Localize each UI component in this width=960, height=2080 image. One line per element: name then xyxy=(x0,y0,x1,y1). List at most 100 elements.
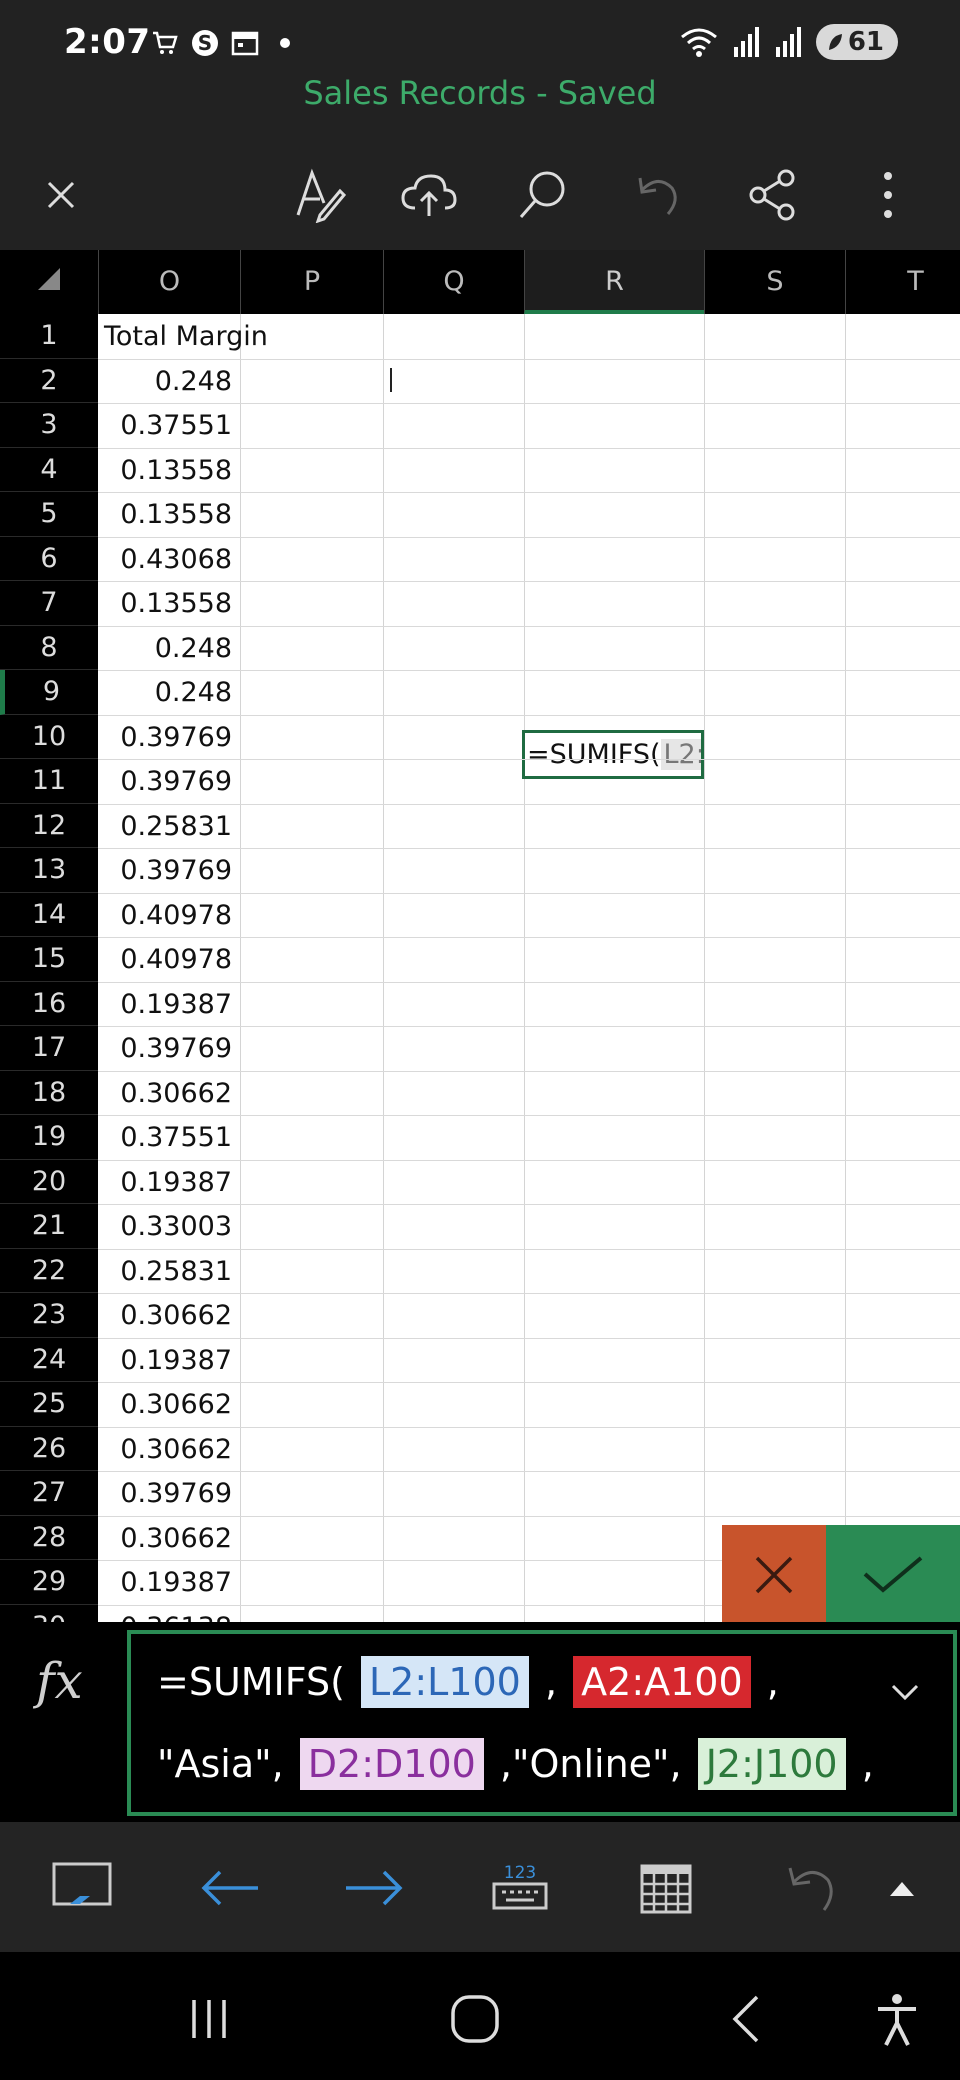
row-header-4[interactable]: 4 xyxy=(0,448,98,492)
formula-ref-j2-j100[interactable]: J2:J100 xyxy=(697,1738,846,1790)
cell-o24[interactable]: 0.19387 xyxy=(98,1338,234,1383)
formula-ref-l2-l100[interactable]: L2:L100 xyxy=(361,1656,529,1708)
cell-o27[interactable]: 0.39769 xyxy=(98,1471,234,1516)
cell-o22[interactable]: 0.25831 xyxy=(98,1249,234,1294)
recent-apps-button[interactable] xyxy=(174,1984,244,2054)
cell-o16[interactable]: 0.19387 xyxy=(98,982,234,1027)
row-header-19[interactable]: 19 xyxy=(0,1115,98,1160)
formula-ref-d2-d100[interactable]: D2:D100 xyxy=(299,1738,484,1790)
row-header-22[interactable]: 22 xyxy=(0,1249,98,1293)
fx-icon[interactable]: fx xyxy=(36,1652,83,1710)
row-header-8[interactable]: 8 xyxy=(0,626,98,670)
cell-o13[interactable]: 0.39769 xyxy=(98,848,234,893)
column-header-o[interactable]: O xyxy=(98,250,240,314)
share-button[interactable] xyxy=(740,162,806,228)
cell-o6[interactable]: 0.43068 xyxy=(98,537,234,582)
column-header-q[interactable]: Q xyxy=(383,250,524,314)
row-header-26[interactable]: 26 xyxy=(0,1427,98,1471)
cell-o8[interactable]: 0.248 xyxy=(98,626,234,671)
cell-o30[interactable]: 0.36138 xyxy=(98,1605,234,1623)
cell-o5[interactable]: 0.13558 xyxy=(98,492,234,537)
row-header-28[interactable]: 28 xyxy=(0,1516,98,1560)
home-icon xyxy=(451,1995,499,2043)
cell-area[interactable]: Total Margin =SUMIFS(L2: 0.248 0.37551 0.1… xyxy=(98,314,960,1622)
cancel-entry-button[interactable] xyxy=(722,1525,826,1625)
cell-o7[interactable]: 0.13558 xyxy=(98,581,234,626)
row-header-6[interactable]: 6 xyxy=(0,537,98,581)
row-header-24[interactable]: 24 xyxy=(0,1338,98,1382)
column-header-r[interactable]: R xyxy=(524,250,704,314)
row-header-12[interactable]: 12 xyxy=(0,804,98,848)
cell-o19[interactable]: 0.37551 xyxy=(98,1115,234,1160)
select-mode-button[interactable] xyxy=(44,1850,120,1926)
row-header-18[interactable]: 18 xyxy=(0,1071,98,1115)
row-header-29[interactable]: 29 xyxy=(0,1560,98,1605)
numeric-keyboard-button[interactable]: 123 xyxy=(482,1850,558,1926)
row-header-11[interactable]: 11 xyxy=(0,759,98,804)
cell-o17[interactable]: 0.39769 xyxy=(98,1026,234,1071)
cell-o14[interactable]: 0.40978 xyxy=(98,893,234,938)
row-header-3[interactable]: 3 xyxy=(0,403,98,448)
accessibility-button[interactable] xyxy=(862,1984,932,2054)
cell-o20[interactable]: 0.19387 xyxy=(98,1160,234,1205)
row-header-25[interactable]: 25 xyxy=(0,1382,98,1427)
row-header-15[interactable]: 15 xyxy=(0,937,98,982)
cell-o11[interactable]: 0.39769 xyxy=(98,759,234,804)
cell-o26[interactable]: 0.30662 xyxy=(98,1427,234,1472)
move-left-button[interactable] xyxy=(192,1850,268,1926)
insert-function-button[interactable] xyxy=(628,1850,704,1926)
formula-ref-a2-a100[interactable]: A2:A100 xyxy=(573,1656,751,1708)
row-header-21[interactable]: 21 xyxy=(0,1204,98,1249)
row-header-14[interactable]: 14 xyxy=(0,893,98,937)
document-title: Sales Records - Saved xyxy=(303,74,657,112)
cell-o12[interactable]: 0.25831 xyxy=(98,804,234,849)
cell-o23[interactable]: 0.30662 xyxy=(98,1293,234,1338)
close-button[interactable] xyxy=(28,162,94,228)
search-button[interactable] xyxy=(510,162,576,228)
cell-o9[interactable]: 0.248 xyxy=(98,670,234,715)
column-header-p[interactable]: P xyxy=(240,250,383,314)
row-header-7[interactable]: 7 xyxy=(0,581,98,626)
row-header-16[interactable]: 16 xyxy=(0,982,98,1026)
row-header-9[interactable]: 9 xyxy=(0,670,98,715)
cell-o2[interactable]: 0.248 xyxy=(98,359,234,404)
row-header-10[interactable]: 10 xyxy=(0,715,98,759)
undo-button[interactable] xyxy=(624,162,690,228)
cell-o18[interactable]: 0.30662 xyxy=(98,1071,234,1116)
row-header-30[interactable]: 30 xyxy=(0,1605,98,1623)
expand-toolbar-button[interactable] xyxy=(864,1850,940,1926)
home-button[interactable] xyxy=(440,1984,510,2054)
bottom-undo-button[interactable] xyxy=(774,1850,850,1926)
cell-o3[interactable]: 0.37551 xyxy=(98,403,234,448)
formula-input[interactable]: =SUMIFS( L2:L100 , A2:A100 , "Asia", D2:… xyxy=(127,1630,957,1816)
row-header-1[interactable]: 1 xyxy=(0,314,98,359)
accept-entry-button[interactable] xyxy=(826,1525,960,1625)
cell-o28[interactable]: 0.30662 xyxy=(98,1516,234,1561)
column-header-s[interactable]: S xyxy=(704,250,845,314)
spreadsheet-grid[interactable]: O P Q R S T 1 2 3 4 5 6 7 8 9 10 11 12 13 14 15 16 17 18 1… xyxy=(0,250,960,1622)
cell-o25[interactable]: 0.30662 xyxy=(98,1382,234,1427)
active-cell-r9[interactable]: =SUMIFS(L2: xyxy=(522,730,704,779)
select-all-corner[interactable] xyxy=(0,250,98,314)
row-header-20[interactable]: 20 xyxy=(0,1160,98,1204)
cell-o21[interactable]: 0.33003 xyxy=(98,1204,234,1249)
cell-o1-total-margin[interactable]: Total Margin xyxy=(104,314,268,359)
cell-o15[interactable]: 0.40978 xyxy=(98,937,234,982)
move-right-button[interactable] xyxy=(336,1850,412,1926)
row-header-2[interactable]: 2 xyxy=(0,359,98,403)
more-options-button[interactable] xyxy=(855,162,921,228)
cloud-upload-button[interactable] xyxy=(396,162,462,228)
row-header-27[interactable]: 27 xyxy=(0,1471,98,1516)
cell-o10[interactable]: 0.39769 xyxy=(98,715,234,760)
cell-o4[interactable]: 0.13558 xyxy=(98,448,234,493)
column-header-t[interactable]: T xyxy=(845,250,960,314)
expand-up-icon xyxy=(890,1882,914,1896)
row-header-23[interactable]: 23 xyxy=(0,1293,98,1338)
cell-o29[interactable]: 0.19387 xyxy=(98,1560,234,1605)
format-button[interactable] xyxy=(285,162,351,228)
back-button[interactable] xyxy=(710,1984,780,2054)
row-header-5[interactable]: 5 xyxy=(0,492,98,537)
row-header-17[interactable]: 17 xyxy=(0,1026,98,1071)
chevron-down-icon[interactable] xyxy=(887,1674,923,1710)
row-header-13[interactable]: 13 xyxy=(0,848,98,893)
